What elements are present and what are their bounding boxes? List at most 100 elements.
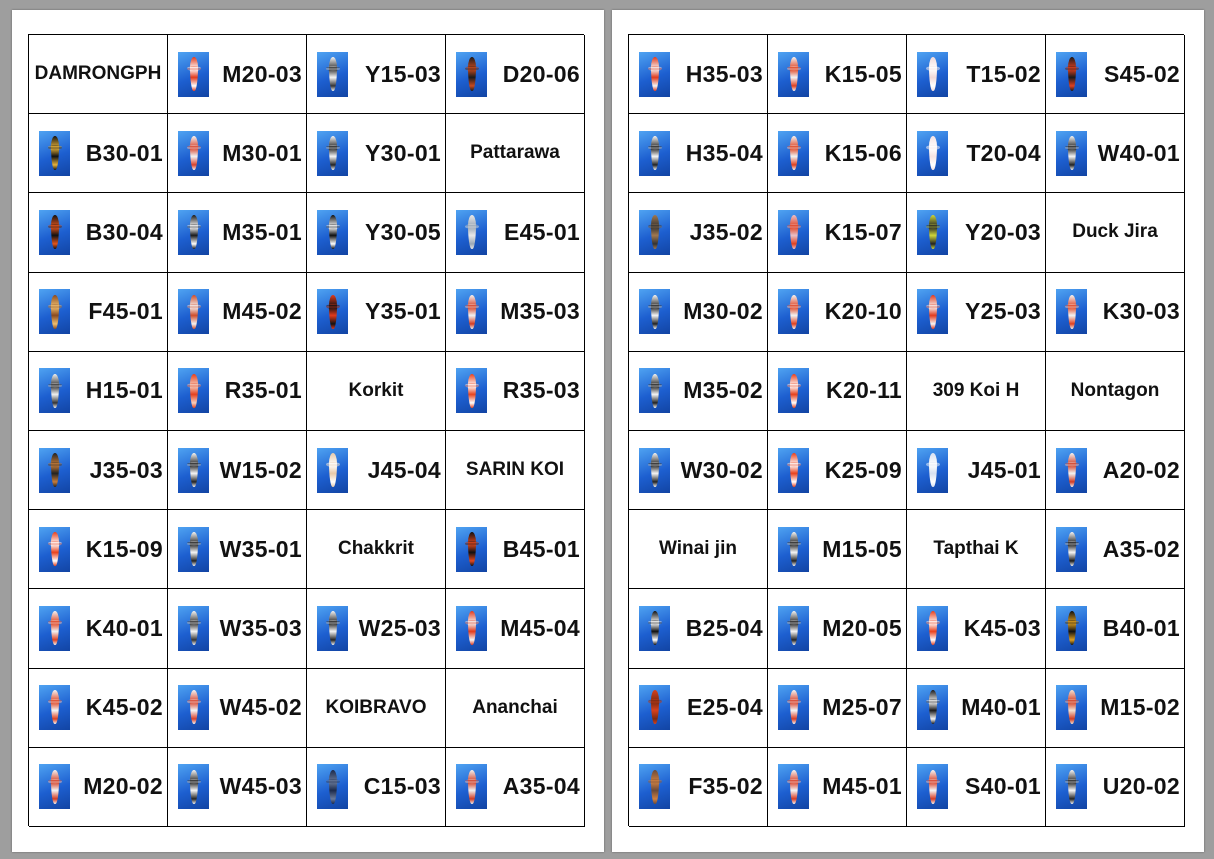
koi-entry-cell: K15-09 xyxy=(29,510,168,590)
koi-entry-cell: E25-04 xyxy=(629,668,768,748)
koi-photo-thumbnail xyxy=(639,368,670,414)
koi-entry-code: W45-02 xyxy=(219,694,302,721)
koi-fish-icon xyxy=(1064,294,1079,329)
breeder-name: Ananchai xyxy=(472,696,558,718)
koi-entry-cell: M45-01 xyxy=(768,747,907,827)
koi-entry-cell: M20-02 xyxy=(29,747,168,827)
koi-entry-grid-right: H35-03 K15-05 T15-02 S45-02 H35-04 K15-06 T20-… xyxy=(628,34,1185,827)
koi-photo-thumbnail xyxy=(1056,289,1087,335)
koi-fish-icon xyxy=(1064,611,1079,646)
koi-photo-thumbnail xyxy=(1056,51,1087,97)
koi-entry-code: M45-01 xyxy=(822,773,902,800)
koi-photo-thumbnail xyxy=(317,764,348,810)
koi-entry-code: J45-01 xyxy=(967,456,1041,483)
koi-fish-icon xyxy=(647,611,662,646)
koi-entry-code: U20-02 xyxy=(1102,773,1180,800)
koi-entry-cell: W30-02 xyxy=(629,430,768,511)
breeder-name-cell: Winai jin xyxy=(629,510,768,590)
koi-entry-cell: K20-11 xyxy=(768,351,907,431)
koi-photo-thumbnail xyxy=(778,130,809,176)
koi-photo-thumbnail xyxy=(39,764,70,810)
breeder-name: Nontagon xyxy=(1070,379,1160,401)
koi-entry-cell: M45-02 xyxy=(168,272,307,352)
koi-photo-thumbnail xyxy=(39,368,70,414)
koi-entry-code: M45-02 xyxy=(222,298,302,325)
koi-fish-icon xyxy=(1064,690,1079,725)
koi-photo-thumbnail xyxy=(39,209,70,255)
koi-entry-code: M35-03 xyxy=(500,298,580,325)
koi-entry-cell: Y30-01 xyxy=(307,114,446,194)
koi-entry-cell: A35-04 xyxy=(446,747,585,827)
koi-photo-thumbnail xyxy=(178,130,209,176)
koi-entry-code: T20-04 xyxy=(966,139,1041,166)
koi-entry-code: M35-01 xyxy=(222,218,302,245)
koi-entry-code: K45-03 xyxy=(963,614,1041,641)
koi-entry-code: B30-04 xyxy=(85,218,163,245)
breeder-name-cell: DAMRONGPH xyxy=(29,35,168,115)
koi-photo-thumbnail xyxy=(178,368,209,414)
koi-entry-code: M45-04 xyxy=(500,614,580,641)
koi-entry-code: H35-04 xyxy=(685,139,763,166)
koi-photo-thumbnail xyxy=(639,764,670,810)
koi-photo-thumbnail xyxy=(917,51,948,97)
koi-entry-cell: H35-03 xyxy=(629,35,768,115)
koi-photo-thumbnail xyxy=(778,51,809,97)
koi-entry-code: F35-02 xyxy=(688,773,763,800)
breeder-name-cell: Korkit xyxy=(307,351,446,431)
koi-entry-cell: M25-07 xyxy=(768,668,907,748)
koi-fish-icon xyxy=(1064,136,1079,171)
koi-entry-cell: M35-01 xyxy=(168,193,307,273)
koi-entry-cell: B30-04 xyxy=(29,193,168,273)
breeder-name-cell: Pattarawa xyxy=(446,114,585,194)
koi-fish-icon xyxy=(786,294,801,329)
koi-fish-icon xyxy=(186,294,201,329)
koi-entry-cell: K45-03 xyxy=(907,589,1046,669)
breeder-name-cell: KOIBRAVO xyxy=(307,668,446,748)
koi-fish-icon xyxy=(925,690,940,725)
koi-fish-icon xyxy=(786,769,801,804)
koi-photo-thumbnail xyxy=(178,209,209,255)
koi-photo-thumbnail xyxy=(917,130,948,176)
koi-entry-cell: K15-06 xyxy=(768,114,907,194)
koi-entry-code: Y15-03 xyxy=(365,60,441,87)
koi-entry-code: A20-02 xyxy=(1102,456,1180,483)
koi-fish-icon xyxy=(647,373,662,408)
koi-entry-code: B25-04 xyxy=(685,614,763,641)
koi-entry-code: W15-02 xyxy=(219,456,302,483)
koi-entry-cell: H15-01 xyxy=(29,351,168,431)
koi-entry-code: H35-03 xyxy=(685,60,763,87)
koi-fish-icon xyxy=(647,56,662,91)
koi-fish-icon xyxy=(186,532,201,567)
koi-fish-icon xyxy=(464,215,479,250)
koi-fish-icon xyxy=(464,294,479,329)
koi-entry-code: M20-05 xyxy=(822,614,902,641)
koi-entry-cell: M35-03 xyxy=(446,272,585,352)
koi-photo-thumbnail xyxy=(917,605,948,651)
koi-entry-cell: E45-01 xyxy=(446,193,585,273)
breeder-name: Chakkrit xyxy=(337,538,415,560)
koi-entry-code: K15-05 xyxy=(824,60,902,87)
koi-photo-thumbnail xyxy=(178,764,209,810)
koi-entry-code: Y25-03 xyxy=(965,298,1041,325)
koi-photo-thumbnail xyxy=(456,764,487,810)
koi-entry-code: K40-01 xyxy=(85,614,163,641)
koi-fish-icon xyxy=(786,136,801,171)
koi-fish-icon xyxy=(464,56,479,91)
koi-entry-code: M20-02 xyxy=(83,773,163,800)
koi-photo-thumbnail xyxy=(1056,447,1087,493)
koi-entry-cell: K15-07 xyxy=(768,193,907,273)
breeder-name-cell: Chakkrit xyxy=(307,510,446,590)
koi-entry-code: R35-01 xyxy=(224,377,302,404)
koi-fish-icon xyxy=(647,215,662,250)
koi-photo-thumbnail xyxy=(178,51,209,97)
koi-entry-code: W35-03 xyxy=(219,614,302,641)
breeder-name: Pattarawa xyxy=(470,142,560,164)
koi-photo-thumbnail xyxy=(456,526,487,572)
breeder-name-cell: Nontagon xyxy=(1046,351,1185,431)
koi-fish-icon xyxy=(786,690,801,725)
koi-fish-icon xyxy=(186,452,201,487)
breeder-name-cell: Tapthai K xyxy=(907,510,1046,590)
koi-photo-thumbnail xyxy=(778,368,809,414)
koi-fish-icon xyxy=(925,452,940,487)
koi-fish-icon xyxy=(925,136,940,171)
